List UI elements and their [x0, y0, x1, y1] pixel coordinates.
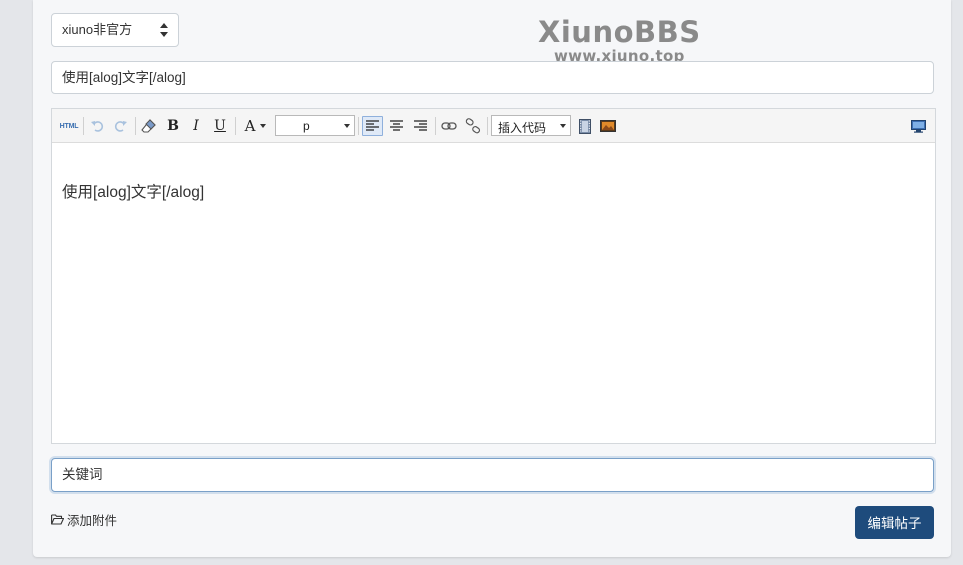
insert-video-button[interactable] [576, 116, 594, 136]
insert-image-button[interactable] [598, 116, 618, 136]
link-icon [441, 122, 457, 130]
align-left-icon [366, 120, 379, 131]
brand-watermark: XiunoBBS www.xiuno.top [538, 18, 701, 64]
align-right-button[interactable] [410, 116, 431, 136]
editor-toolbar: HTML B I U A p 插入代码 [52, 109, 935, 143]
caret-down-icon [344, 124, 350, 128]
add-attachment-label: 添加附件 [67, 514, 118, 528]
watermark-brand: XiunoBBS [538, 15, 701, 49]
forum-select[interactable]: xiuno非官方 [51, 13, 179, 47]
redo-icon [114, 121, 127, 132]
unlink-button[interactable] [462, 116, 484, 136]
title-input[interactable]: 使用[alog]文字[/alog] [51, 61, 934, 94]
post-form-card: xiuno非官方 XiunoBBS www.xiuno.top 使用[alog]… [33, 0, 951, 557]
keywords-input[interactable]: 关键词 [51, 458, 934, 492]
fullscreen-button[interactable] [908, 116, 928, 136]
font-color-label: A [244, 117, 256, 135]
toolbar-divider [487, 117, 488, 135]
paragraph-format-value: p [303, 119, 310, 133]
align-center-icon [390, 120, 403, 131]
toolbar-divider [358, 117, 359, 135]
insert-code-value: 插入代码 [498, 121, 547, 135]
image-icon [600, 120, 616, 132]
caret-down-icon [560, 124, 566, 128]
italic-button[interactable]: I [186, 116, 206, 136]
paragraph-format-select[interactable]: p [275, 115, 355, 136]
caret-down-icon [260, 124, 267, 128]
font-color-button[interactable]: A [240, 116, 272, 136]
redo-button[interactable] [111, 116, 131, 136]
insert-link-button[interactable] [438, 116, 460, 136]
insert-code-select[interactable]: 插入代码 [491, 115, 571, 136]
unlink-icon [465, 118, 481, 134]
align-center-button[interactable] [386, 116, 407, 136]
film-icon [579, 118, 591, 134]
eraser-icon [141, 119, 156, 133]
add-attachment-link[interactable]: 添加附件 [51, 510, 117, 529]
monitor-icon [910, 119, 926, 133]
align-left-button[interactable] [362, 116, 383, 136]
toolbar-divider [435, 117, 436, 135]
toolbar-divider [83, 117, 84, 135]
html-source-button[interactable]: HTML [58, 116, 80, 136]
sort-arrows-icon [160, 23, 168, 37]
toolbar-divider [135, 117, 136, 135]
clear-format-button[interactable] [138, 116, 160, 136]
align-right-icon [414, 120, 427, 131]
folder-open-icon [51, 514, 64, 525]
bold-button[interactable]: B [163, 116, 183, 136]
rich-text-editor: HTML B I U A p 插入代码 使用[alog]文字[/alog] [51, 108, 936, 444]
toolbar-divider [235, 117, 236, 135]
undo-icon [91, 121, 104, 132]
editor-content[interactable]: 使用[alog]文字[/alog] [52, 143, 935, 202]
undo-button[interactable] [87, 116, 107, 136]
underline-button[interactable]: U [210, 116, 230, 136]
edit-post-button[interactable]: 编辑帖子 [855, 506, 934, 539]
forum-select-value: xiuno非官方 [62, 22, 133, 37]
